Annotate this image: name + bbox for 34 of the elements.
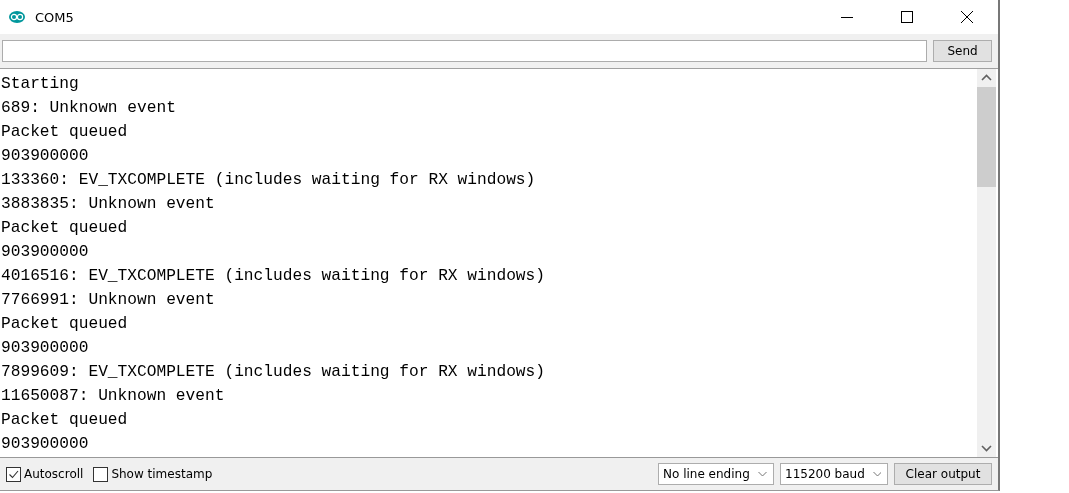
output-line: Packet queued — [0, 410, 129, 431]
close-icon — [961, 11, 973, 23]
line-ending-dropdown[interactable]: No line ending — [658, 463, 774, 485]
chevron-down-icon — [872, 471, 881, 477]
checkbox-label: Show timestamp — [111, 467, 213, 481]
output-line: 7899609: EV_TXCOMPLETE (includes waiting for RX windows) — [0, 362, 546, 383]
dropdown-value: No line ending — [663, 467, 750, 481]
checkbox-label: Autoscroll — [24, 467, 84, 481]
dropdown-value: 115200 baud — [785, 467, 865, 481]
output-line: 903900000 — [0, 434, 90, 455]
scrollbar-thumb[interactable] — [977, 87, 996, 187]
output-line: Packet queued — [0, 314, 129, 335]
output-line: 4016516: EV_TXCOMPLETE (includes waiting for RX windows) — [0, 266, 546, 287]
app-logo-icon — [9, 11, 25, 23]
output-line: 7766991: Unknown event — [0, 290, 216, 311]
send-button[interactable]: Send — [933, 40, 992, 62]
output-line: 903900000 — [0, 242, 90, 263]
output-line: Packet queued — [0, 218, 129, 239]
output-line: 11650087: Unknown event — [0, 386, 226, 407]
output-line: 689: Unknown event — [0, 98, 177, 119]
checkbox[interactable] — [93, 466, 109, 482]
output-line: 3883835: Unknown event — [0, 194, 216, 215]
window-title: COM5 — [35, 9, 75, 25]
maximize-icon — [901, 11, 913, 23]
output-line: 903900000 — [0, 146, 90, 167]
output-line: Packet queued — [0, 122, 129, 143]
chevron-down-icon — [758, 471, 767, 477]
message-input-field[interactable] — [2, 40, 927, 62]
output-line: 903900000 — [0, 338, 90, 359]
clear-output-button[interactable]: Clear output — [894, 463, 992, 485]
output-line: 133360: EV_TXCOMPLETE (includes waiting for RX windows) — [0, 170, 537, 191]
output-line: Starting — [0, 74, 80, 95]
checkbox[interactable] — [6, 466, 21, 482]
baud-rate-dropdown[interactable]: 115200 baud — [780, 463, 888, 485]
